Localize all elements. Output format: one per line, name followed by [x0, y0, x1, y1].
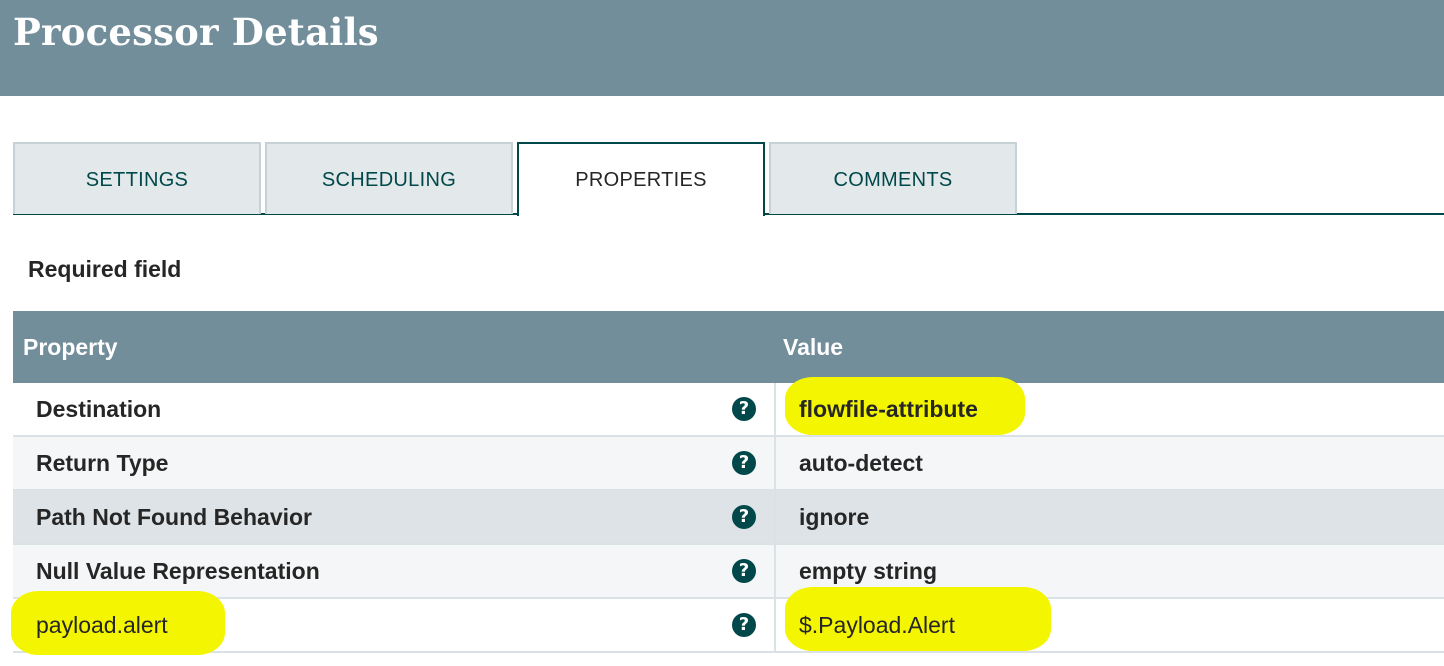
question-circle-icon[interactable]: ?	[732, 451, 756, 475]
question-circle-icon[interactable]: ?	[732, 397, 756, 421]
tab-properties[interactable]: PROPERTIES	[517, 142, 765, 216]
tab-scheduling[interactable]: SCHEDULING	[265, 142, 513, 214]
column-divider	[774, 437, 776, 489]
table-row[interactable]: Null Value Representation ? empty string	[13, 545, 1444, 599]
property-name: Path Not Found Behavior	[36, 504, 312, 530]
property-value[interactable]: auto-detect	[799, 437, 923, 489]
question-circle-icon[interactable]: ?	[732, 505, 756, 529]
property-name: payload.alert	[36, 612, 168, 638]
tab-bar: SETTINGS SCHEDULING PROPERTIES COMMENTS	[13, 142, 1444, 216]
property-name: Destination	[36, 396, 162, 422]
question-circle-icon[interactable]: ?	[732, 613, 756, 637]
dialog-title: Processor Details	[13, 10, 379, 54]
column-header-property[interactable]: Property	[23, 311, 118, 383]
property-value[interactable]: flowfile-attribute	[799, 383, 978, 435]
property-name: Null Value Representation	[36, 558, 320, 584]
properties-table: Property Value Destination ? flowfile-at…	[11, 311, 1444, 655]
tab-comments[interactable]: COMMENTS	[769, 142, 1017, 214]
table-header: Property Value	[13, 311, 1444, 383]
property-value[interactable]: ignore	[799, 491, 869, 543]
column-header-value[interactable]: Value	[783, 311, 843, 383]
property-name: Return Type	[36, 450, 169, 476]
table-row[interactable]: Return Type ? auto-detect	[13, 437, 1444, 491]
column-divider	[774, 545, 776, 597]
table-row[interactable]: Destination ? flowfile-attribute	[13, 377, 1444, 437]
column-divider	[774, 491, 776, 543]
column-divider	[774, 383, 776, 435]
table-row[interactable]: Path Not Found Behavior ? ignore	[13, 491, 1444, 545]
property-value[interactable]: empty string	[799, 545, 937, 597]
required-field-label: Required field	[28, 256, 182, 282]
column-divider	[774, 599, 776, 651]
question-circle-icon[interactable]: ?	[732, 559, 756, 583]
tab-settings[interactable]: SETTINGS	[13, 142, 261, 214]
dialog-header: Processor Details	[0, 0, 1444, 96]
table-row[interactable]: payload.alert ? $.Payload.Alert	[11, 587, 1444, 655]
property-value[interactable]: $.Payload.Alert	[799, 599, 955, 651]
